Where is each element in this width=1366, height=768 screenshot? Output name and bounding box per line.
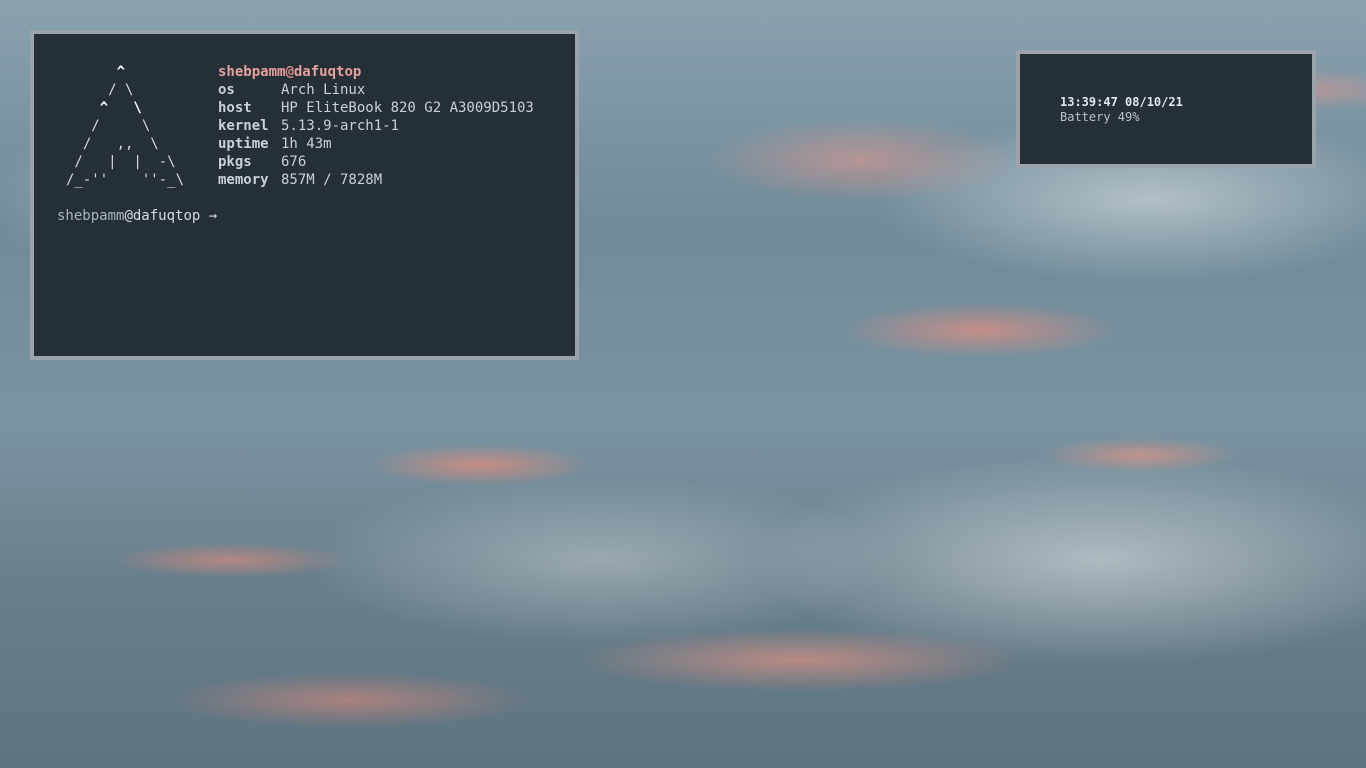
ascii-line: / | | -\ — [66, 154, 176, 170]
status-widget: 13:39:47 08/10/21 Battery 49% — [1016, 50, 1316, 168]
info-key: kernel — [218, 118, 269, 134]
prompt-arrow-icon: → — [200, 208, 218, 224]
at-sign: @ — [285, 64, 294, 80]
ascii-line: ^ \ — [66, 100, 142, 116]
username: shebpamm — [218, 64, 286, 80]
prompt-user: shebpamm — [57, 208, 125, 224]
ascii-line: /_-'' ''-_\ — [66, 172, 185, 188]
info-row-memory: memory 857M / 7828M — [218, 171, 534, 189]
shell-prompt[interactable]: shebpamm@dafuqtop → — [57, 207, 217, 225]
info-value: 857M / 7828M — [281, 172, 383, 188]
info-row-host: host HP EliteBook 820 G2 A3009D5103 — [218, 99, 534, 117]
status-content: 13:39:47 08/10/21 Battery 49% — [1060, 95, 1183, 125]
info-value: 1h 43m — [281, 136, 332, 152]
info-key: memory — [218, 172, 269, 188]
info-value: 676 — [281, 154, 307, 170]
clock-datetime: 13:39:47 08/10/21 — [1060, 95, 1183, 109]
info-row-os: os Arch Linux — [218, 81, 534, 99]
fetch-output: ^ / \ ^ \ / \ / ,, \ / | | -\ /_-'' ''-_… — [66, 63, 534, 189]
battery-status: Battery 49% — [1060, 110, 1140, 124]
info-key: uptime — [218, 136, 269, 152]
info-row-pkgs: pkgs 676 — [218, 153, 534, 171]
ascii-line: / \ — [66, 118, 151, 134]
system-info: shebpamm @ dafuqtop os Arch Linux host HP El… — [218, 63, 534, 189]
info-value: HP EliteBook 820 G2 A3009D5103 — [281, 100, 534, 116]
info-value: Arch Linux — [281, 82, 366, 98]
arch-logo-ascii: ^ / \ ^ \ / \ / ,, \ / | | -\ /_-'' ''-_… — [66, 63, 216, 189]
info-row-uptime: uptime 1h 43m — [218, 135, 534, 153]
hostname: dafuqtop — [293, 64, 362, 80]
prompt-at: @ — [124, 208, 133, 224]
ascii-line: / \ — [66, 82, 134, 98]
info-key: host — [218, 100, 252, 116]
terminal-window[interactable]: ^ / \ ^ \ / \ / ,, \ / | | -\ /_-'' ''-_… — [30, 30, 579, 360]
ascii-line: ^ — [66, 64, 126, 80]
info-key: os — [218, 82, 235, 98]
ascii-line: / ,, \ — [66, 136, 159, 152]
prompt-host: dafuqtop — [132, 208, 201, 224]
user-host-line: shebpamm @ dafuqtop — [218, 63, 534, 81]
info-key: pkgs — [218, 154, 252, 170]
info-row-kernel: kernel 5.13.9-arch1-1 — [218, 117, 534, 135]
info-value: 5.13.9-arch1-1 — [281, 118, 400, 134]
